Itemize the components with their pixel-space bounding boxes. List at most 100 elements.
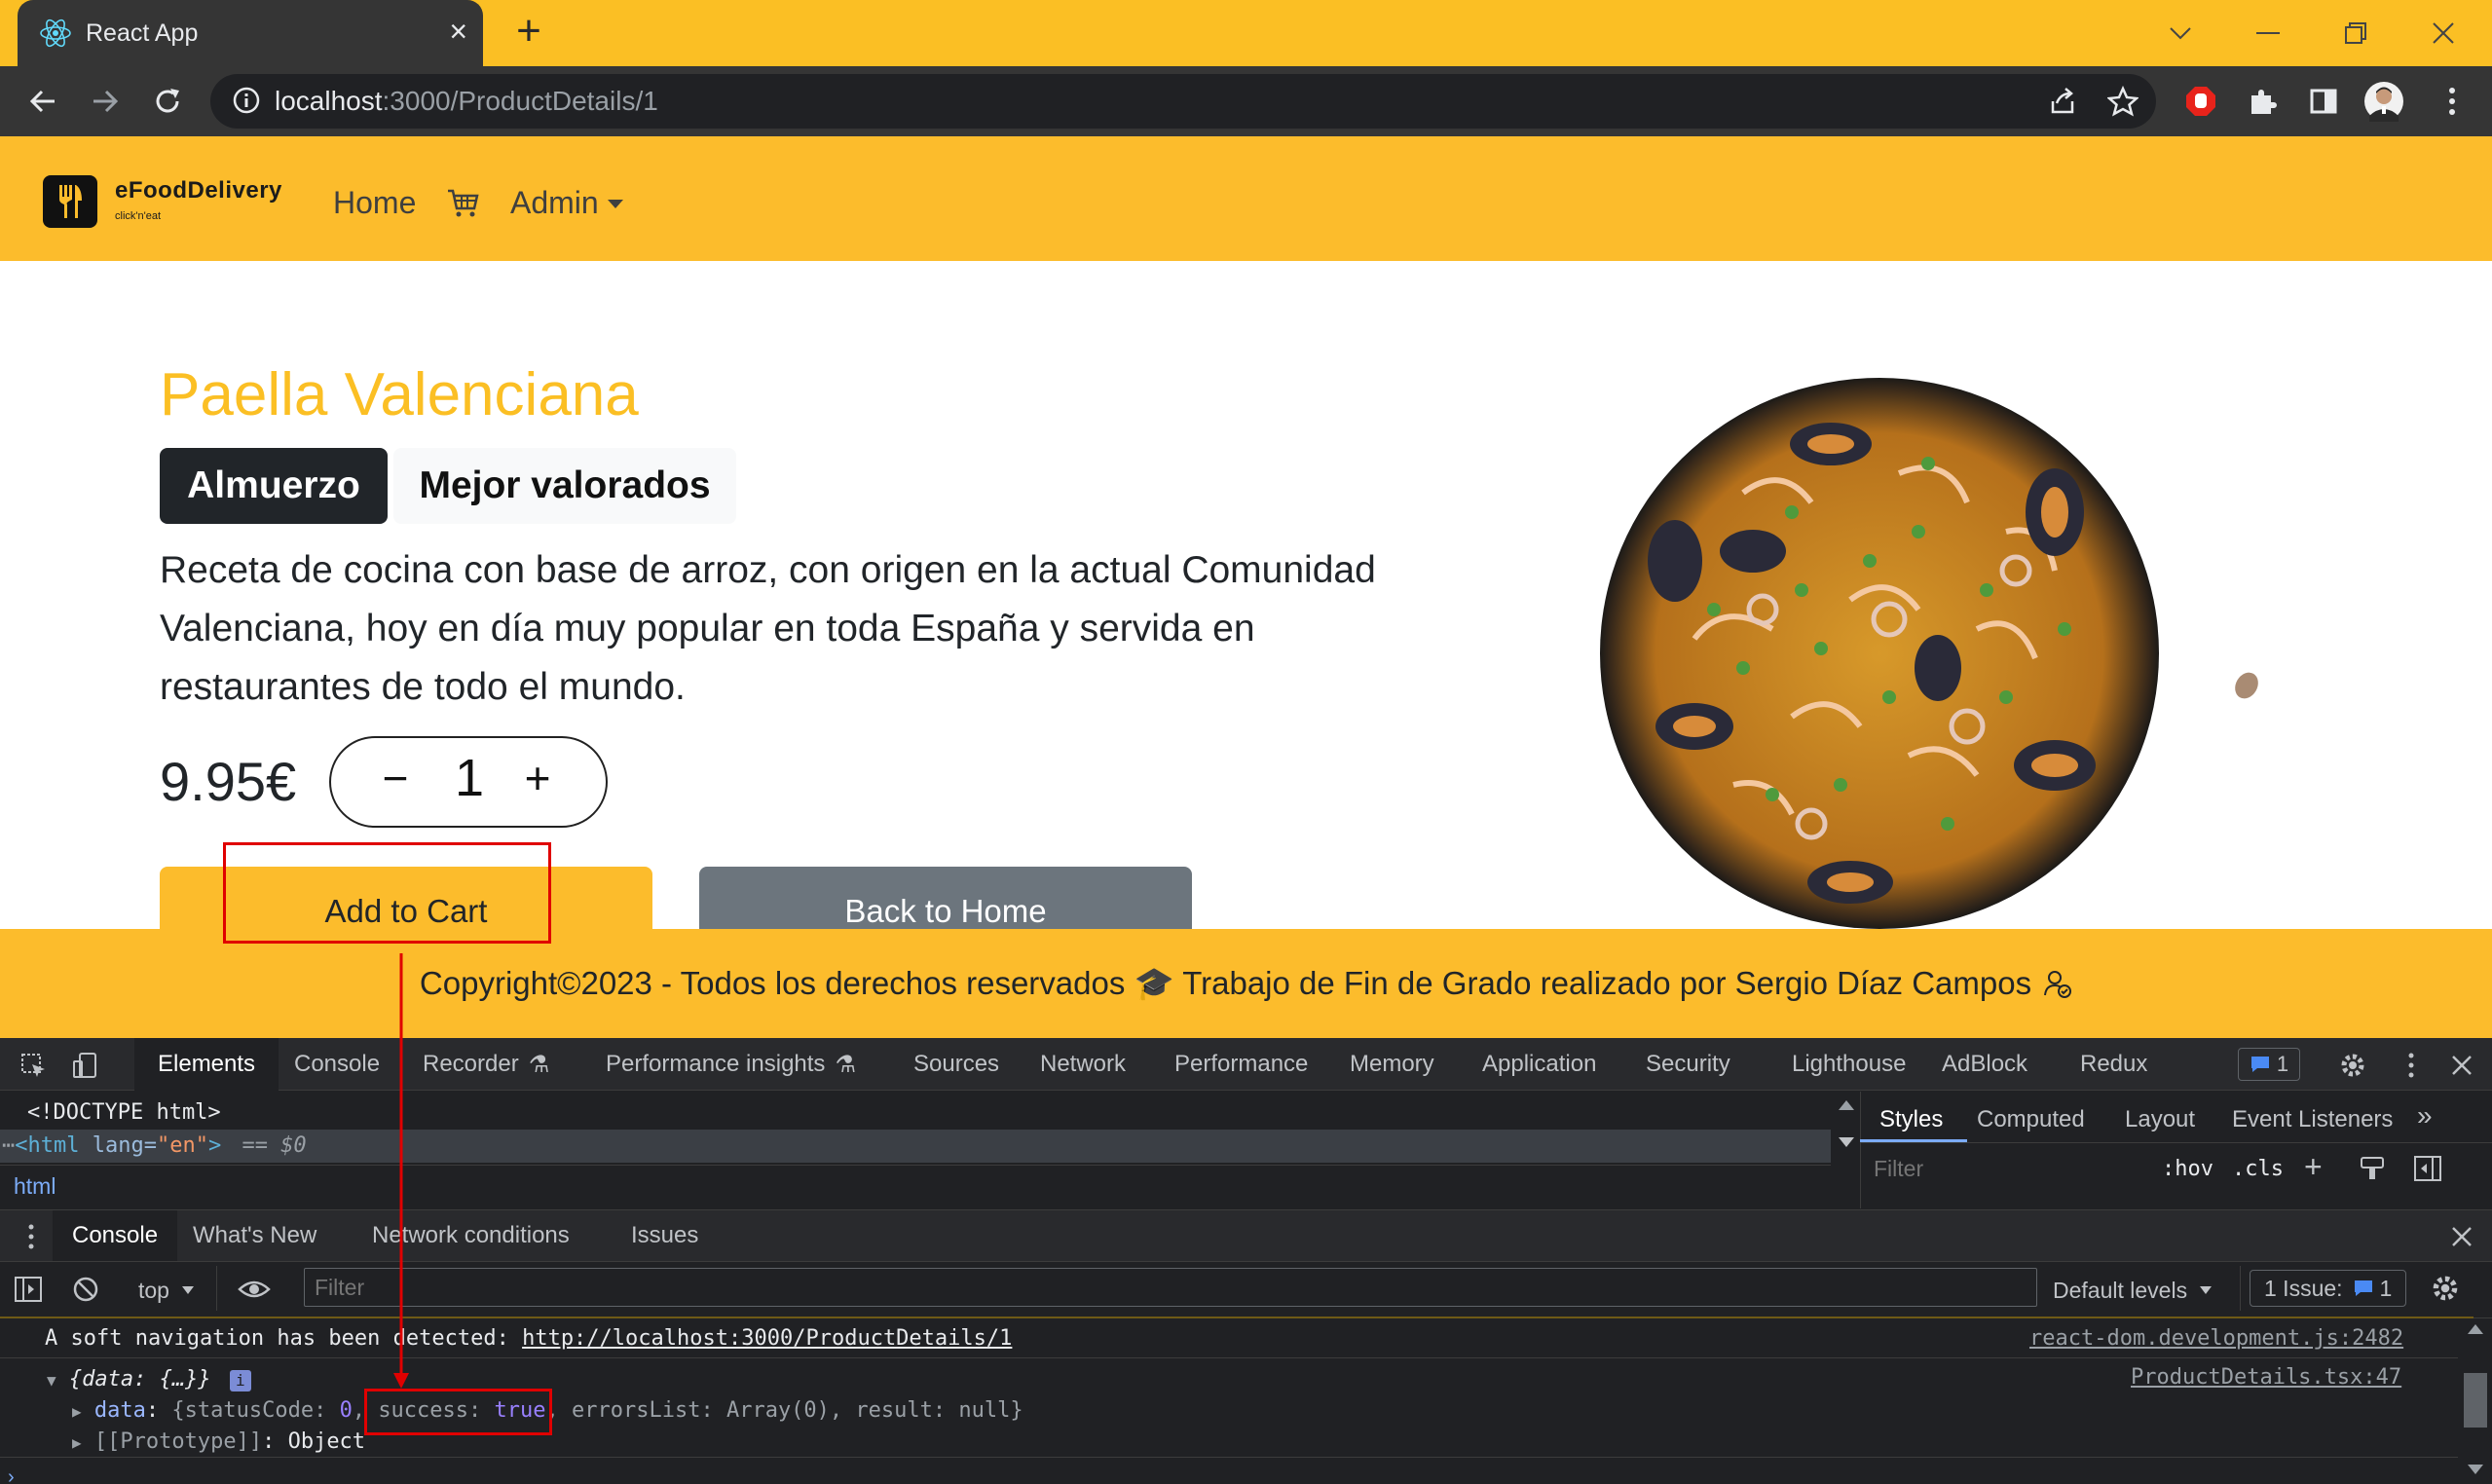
drawer-menu-icon[interactable] — [10, 1215, 53, 1258]
devtools-tab-console[interactable]: Console — [294, 1038, 380, 1091]
console-object-root[interactable]: ▼ {data: {…}} i — [47, 1367, 251, 1391]
dom-html-node[interactable]: ⋯<html lang="en"> == $0 — [2, 1133, 307, 1158]
styles-tab-layout[interactable]: Layout — [2125, 1106, 2195, 1133]
profile-avatar[interactable] — [2362, 80, 2405, 123]
special-tag-badge: Mejor valorados — [393, 448, 736, 524]
inspect-element-icon[interactable] — [12, 1044, 55, 1087]
console-sidebar-icon[interactable] — [14, 1276, 43, 1308]
dom-html-tag: <html — [15, 1133, 80, 1158]
stray-image-fragment — [2230, 668, 2263, 703]
console-filter-input[interactable] — [304, 1268, 2037, 1307]
flask-icon: ⚗ — [528, 1051, 550, 1078]
bookmark-star-icon[interactable] — [2107, 86, 2139, 117]
devtools-tab-performance[interactable]: Performance — [1174, 1038, 1308, 1091]
expand-triangle-icon[interactable]: ▶ — [72, 1433, 82, 1452]
styles-tab-event-listeners[interactable]: Event Listeners — [2232, 1106, 2393, 1133]
new-tab-icon[interactable]: + — [506, 10, 551, 55]
url-bar[interactable]: localhost:3000/ProductDetails/1 — [210, 74, 2156, 129]
prop-result: null — [958, 1398, 1011, 1423]
expand-triangle-icon[interactable]: ▶ — [72, 1402, 82, 1421]
devtools-tab-lighthouse[interactable]: Lighthouse — [1792, 1038, 1906, 1091]
devtools-tab-memory[interactable]: Memory — [1350, 1038, 1434, 1091]
nav-admin-dropdown[interactable]: Admin — [510, 185, 624, 221]
footer-text: Copyright©2023 - Todos los derechos rese… — [419, 964, 2032, 1001]
new-style-rule-icon[interactable]: + — [2304, 1149, 2323, 1185]
brand-name[interactable]: eFoodDelivery — [115, 177, 282, 204]
devtools-tab-elements[interactable]: Elements — [134, 1038, 279, 1091]
styles-tab-styles[interactable]: Styles — [1879, 1106, 1943, 1133]
site-info-icon[interactable] — [232, 86, 261, 115]
back-to-home-button[interactable]: Back to Home — [699, 867, 1192, 929]
styles-filter-input[interactable] — [1864, 1149, 2137, 1188]
tab-search-icon[interactable] — [2148, 8, 2213, 58]
logo-icon[interactable] — [43, 175, 97, 228]
prototype-value: Object — [287, 1429, 366, 1454]
expand-triangle-icon[interactable]: ▼ — [47, 1371, 56, 1390]
nav-home-link[interactable]: Home — [333, 185, 416, 221]
device-toolbar-icon[interactable] — [64, 1044, 107, 1087]
dom-html-attr: lang — [92, 1133, 144, 1158]
toggle-sidebar-icon[interactable] — [2413, 1155, 2442, 1187]
browser-tab[interactable]: React App × — [18, 0, 483, 66]
clear-console-icon[interactable] — [72, 1276, 99, 1308]
devtools-tab-recorder[interactable]: Recorder ⚗ — [423, 1038, 549, 1091]
devtools-tab-recorder-label: Recorder — [423, 1051, 519, 1077]
prototype-key: [[Prototype]] — [93, 1429, 263, 1454]
breadcrumb-html[interactable]: html — [14, 1173, 56, 1200]
issues-count-button[interactable]: 1 Issue: 1 — [2250, 1270, 2407, 1307]
product-price: 9.95€ — [160, 751, 297, 812]
console-scrollbar[interactable] — [2458, 1318, 2492, 1484]
url-path: :3000/ProductDetails/1 — [382, 86, 658, 116]
console-message-link[interactable]: http://localhost:3000/ProductDetails/1 — [522, 1326, 1012, 1351]
console-settings-gear-icon[interactable] — [2431, 1274, 2460, 1308]
back-icon[interactable] — [21, 80, 64, 123]
devtools-tab-adblock[interactable]: AdBlock — [1942, 1038, 2027, 1091]
info-icon[interactable]: i — [229, 1370, 251, 1391]
console-prompt-icon[interactable]: › — [8, 1466, 15, 1484]
browser-menu-icon[interactable] — [2431, 80, 2473, 123]
live-expression-eye-icon[interactable] — [238, 1276, 271, 1308]
devtools-tab-redux[interactable]: Redux — [2080, 1038, 2147, 1091]
paint-bucket-icon[interactable] — [2359, 1155, 2386, 1187]
console-object-prototype-row[interactable]: ▶ [[Prototype]]: Object — [72, 1429, 365, 1454]
side-panel-icon[interactable] — [2302, 80, 2345, 123]
window-close-icon[interactable] — [2411, 8, 2475, 58]
default-levels-dropdown[interactable]: Default levels — [2053, 1274, 2213, 1307]
devtools-tab-network[interactable]: Network — [1040, 1038, 1126, 1091]
restore-icon[interactable] — [2324, 8, 2388, 58]
devtools-close-icon[interactable] — [2440, 1044, 2483, 1087]
cls-toggle[interactable]: .cls — [2232, 1157, 2284, 1181]
dom-doctype[interactable]: <!DOCTYPE html> — [27, 1100, 221, 1125]
devtools-tab-security[interactable]: Security — [1646, 1038, 1730, 1091]
url-host: localhost — [275, 86, 383, 116]
prop-rest: errorsList: Array(0), result: — [572, 1398, 959, 1423]
devtools-tab-application[interactable]: Application — [1482, 1038, 1596, 1091]
adblock-icon[interactable] — [2179, 80, 2222, 123]
hov-toggle[interactable]: :hov — [2162, 1157, 2213, 1181]
drawer-tab-whats-new[interactable]: What's New — [193, 1210, 316, 1261]
issues-badge-button[interactable]: 1 — [2238, 1048, 2300, 1081]
more-tabs-icon[interactable]: » — [2417, 1100, 2433, 1132]
quantity-increment-button[interactable]: + — [516, 752, 559, 804]
context-selector[interactable]: top — [138, 1274, 195, 1307]
devtools-tab-sources[interactable]: Sources — [913, 1038, 999, 1091]
reload-icon[interactable] — [146, 80, 189, 123]
extensions-icon[interactable] — [2242, 80, 2285, 123]
styles-tab-computed[interactable]: Computed — [1977, 1106, 2085, 1133]
devtools-menu-icon[interactable] — [2390, 1044, 2433, 1087]
cart-icon[interactable] — [446, 185, 481, 220]
console-source-link[interactable]: react-dom.development.js:2482 — [2029, 1326, 2403, 1351]
forward-icon[interactable] — [84, 80, 127, 123]
drawer-tab-console[interactable]: Console — [53, 1210, 178, 1261]
drawer-close-icon[interactable] — [2440, 1215, 2483, 1258]
console-source-link[interactable]: ProductDetails.tsx:47 — [2131, 1365, 2401, 1390]
quantity-decrement-button[interactable]: − — [374, 752, 417, 804]
settings-gear-icon[interactable] — [2331, 1044, 2374, 1087]
drawer-tab-issues[interactable]: Issues — [631, 1210, 698, 1261]
devtools-tab-performance-insights[interactable]: Performance insights ⚗ — [606, 1038, 856, 1091]
dom-scrollbar[interactable] — [1835, 1094, 1858, 1207]
share-icon[interactable] — [2047, 86, 2078, 117]
tab-close-icon[interactable]: × — [449, 14, 467, 49]
minimize-icon[interactable] — [2236, 8, 2300, 58]
console-object-preview: {data: {…}} — [68, 1367, 211, 1391]
